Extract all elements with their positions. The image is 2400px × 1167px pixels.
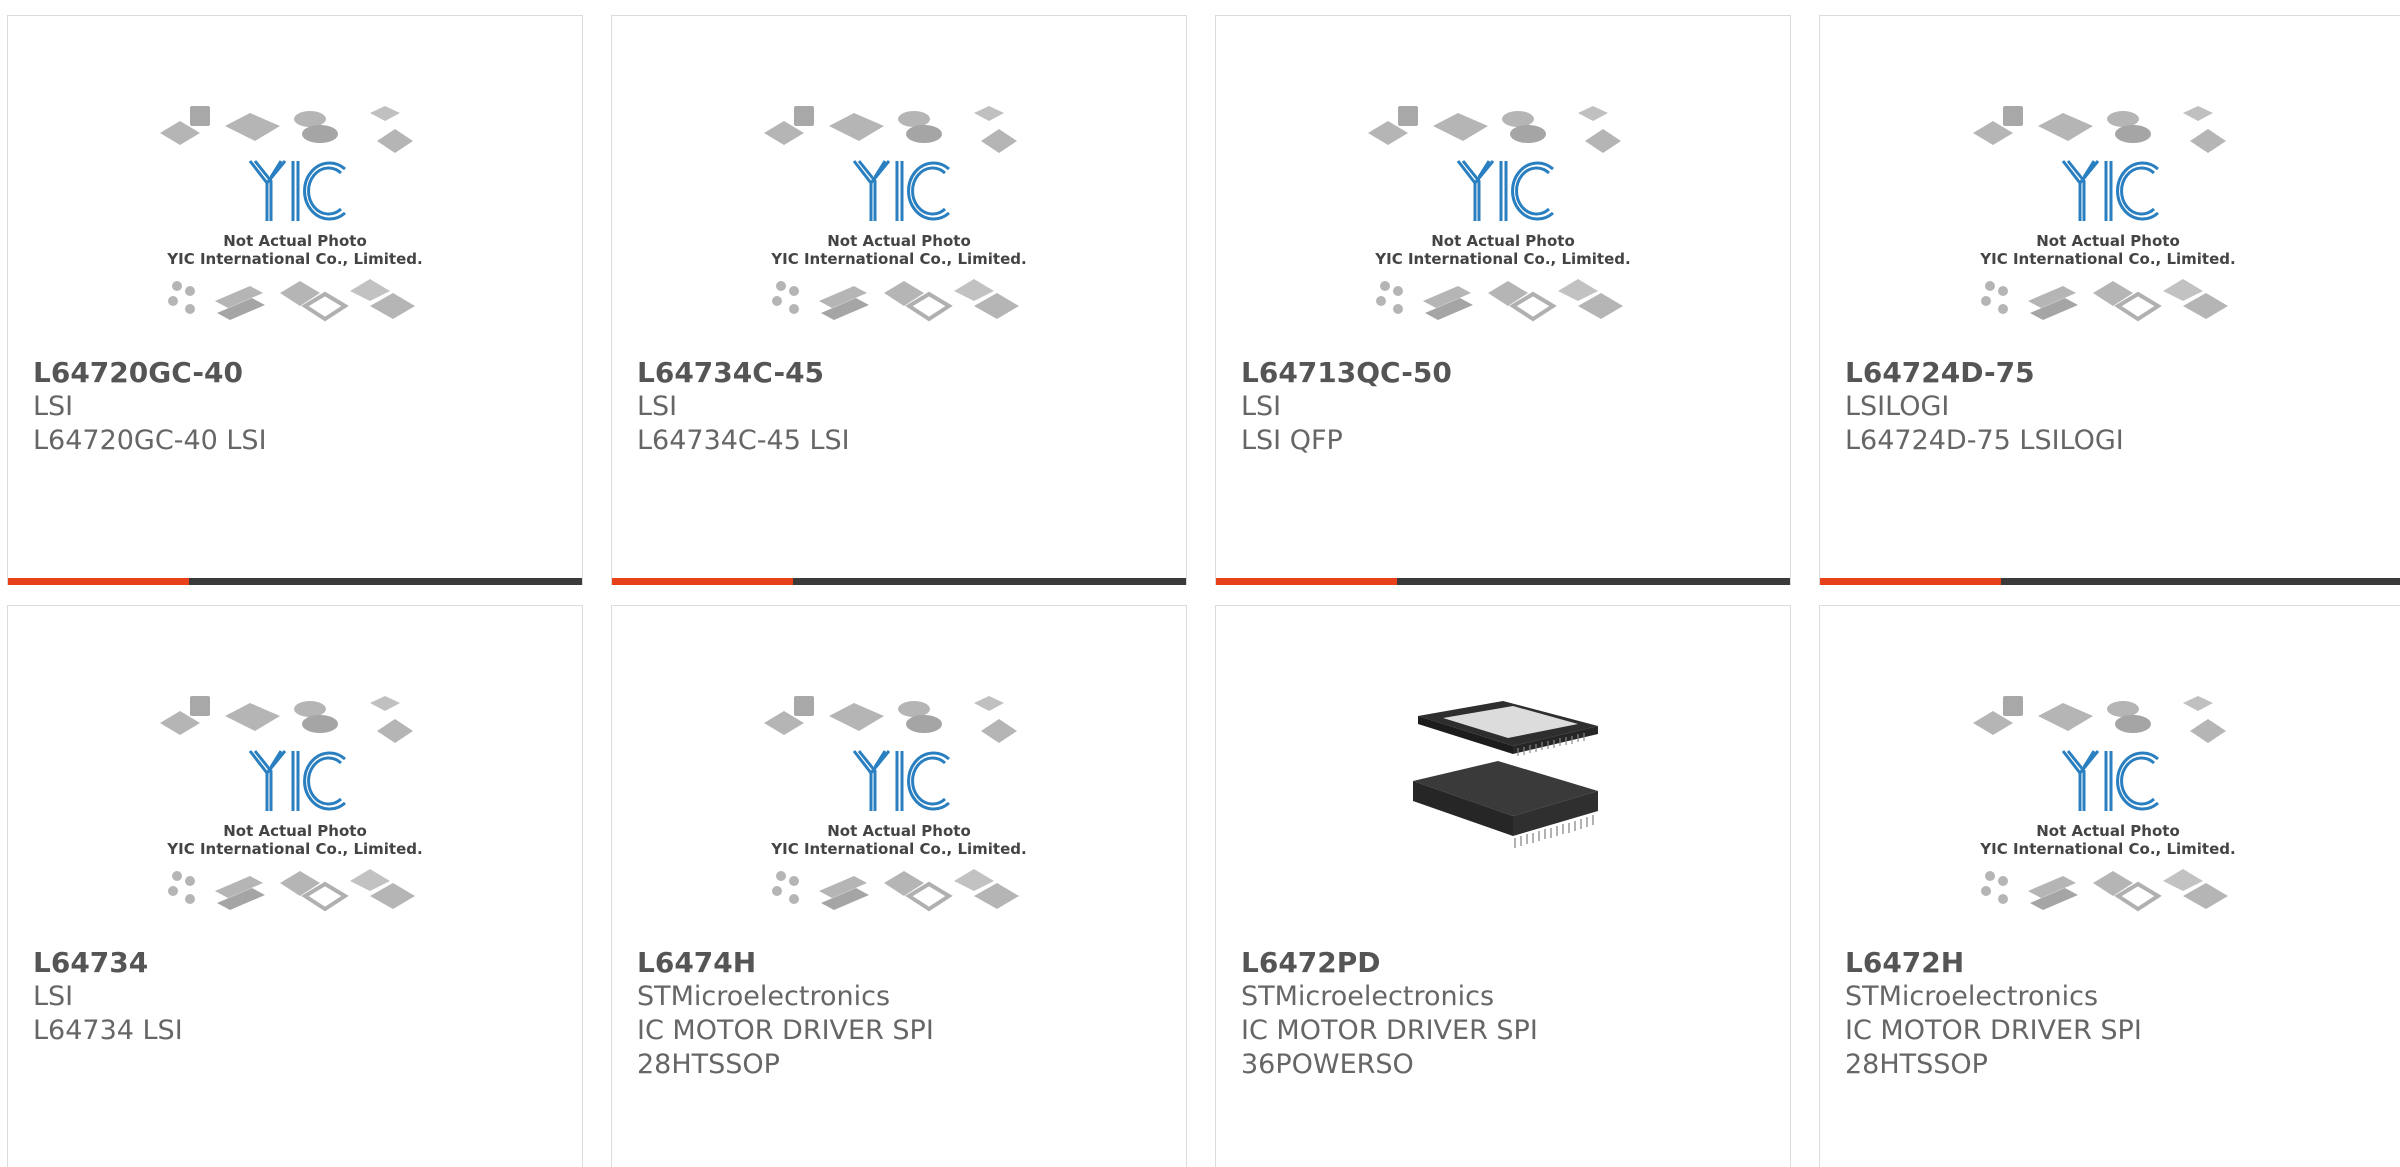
description-line: 28HTSSOP xyxy=(1845,1049,1988,1080)
product-image[interactable]: Not Actual Photo YIC International Co., … xyxy=(8,101,582,366)
placeholder-image: Not Actual Photo YIC International Co., … xyxy=(1368,106,1631,322)
product-card[interactable]: Not Actual Photo YIC International Co., … xyxy=(7,15,583,585)
product-card[interactable]: Not Actual Photo YIC International Co., … xyxy=(1215,15,1791,585)
product-image[interactable]: Not Actual Photo YIC International Co., … xyxy=(612,691,1186,956)
product-image[interactable]: Not Actual Photo YIC International Co., … xyxy=(1216,101,1790,366)
part-number[interactable]: L6472PD xyxy=(1241,946,1770,980)
placeholder-image: Not Actual Photo YIC International Co., … xyxy=(160,696,423,912)
svg-text:Not Actual Photo: Not Actual Photo xyxy=(827,232,971,250)
product-card[interactable]: Not Actual Photo YIC International Co., … xyxy=(1819,605,2400,1167)
part-number[interactable]: L6472H xyxy=(1845,946,2380,980)
description-line: L64720GC-40 LSI xyxy=(33,425,267,456)
svg-text:Not Actual Photo: Not Actual Photo xyxy=(2036,822,2180,840)
brand: LSI xyxy=(637,391,678,422)
product-info: L64724D-75 LSILOGI L64724D-75 LSILOGI xyxy=(1845,356,2380,458)
product-info: L64734C-45 LSI L64734C-45 LSI xyxy=(637,356,1166,458)
svg-text:Not Actual Photo: Not Actual Photo xyxy=(223,232,367,250)
product-card[interactable]: Not Actual Photo YIC International Co., … xyxy=(1819,15,2400,585)
brand: STMicroelectronics xyxy=(1241,981,1495,1012)
description-line: L64734 LSI xyxy=(33,1015,183,1046)
placeholder-image: Not Actual Photo YIC International Co., … xyxy=(160,106,423,322)
svg-text:YIC International Co., Limited: YIC International Co., Limited. xyxy=(166,840,422,858)
svg-text:YIC International Co., Limited: YIC International Co., Limited. xyxy=(770,250,1026,268)
description-line: IC MOTOR DRIVER SPI xyxy=(1845,1015,2142,1046)
product-image[interactable]: Not Actual Photo YIC International Co., … xyxy=(1820,101,2396,366)
product-image[interactable]: Not Actual Photo YIC International Co., … xyxy=(612,101,1186,366)
brand: LSI xyxy=(33,981,74,1012)
svg-text:YIC International Co., Limited: YIC International Co., Limited. xyxy=(1979,250,2235,268)
svg-text:YIC International Co., Limited: YIC International Co., Limited. xyxy=(1979,840,2235,858)
product-info: L64720GC-40 LSI L64720GC-40 LSI xyxy=(33,356,562,458)
part-number[interactable]: L64734 xyxy=(33,946,562,980)
part-number[interactable]: L6474H xyxy=(637,946,1166,980)
part-number[interactable]: L64713QC-50 xyxy=(1241,356,1770,390)
accent-bar xyxy=(612,578,1186,585)
product-info: L6472PD STMicroelectronics IC MOTOR DRIV… xyxy=(1241,946,1770,1082)
description-line: LSI QFP xyxy=(1241,425,1343,456)
product-card[interactable]: Not Actual Photo YIC International Co., … xyxy=(611,15,1187,585)
brand: STMicroelectronics xyxy=(1845,981,2099,1012)
description-line: 36POWERSO xyxy=(1241,1049,1414,1080)
part-number[interactable]: L64720GC-40 xyxy=(33,356,562,390)
product-info: L6474H STMicroelectronics IC MOTOR DRIVE… xyxy=(637,946,1166,1082)
description-line: IC MOTOR DRIVER SPI xyxy=(1241,1015,1538,1046)
accent-bar xyxy=(1820,578,2400,585)
part-number[interactable]: L64724D-75 xyxy=(1845,356,2380,390)
chip-photo-image xyxy=(1413,701,1598,848)
product-card[interactable]: Not Actual Photo YIC International Co., … xyxy=(611,605,1187,1167)
product-image[interactable]: Not Actual Photo YIC International Co., … xyxy=(1820,691,2396,956)
svg-text:Not Actual Photo: Not Actual Photo xyxy=(2036,232,2180,250)
placeholder-image: Not Actual Photo YIC International Co., … xyxy=(764,106,1027,322)
svg-text:Not Actual Photo: Not Actual Photo xyxy=(223,822,367,840)
accent-bar xyxy=(8,578,582,585)
product-image[interactable] xyxy=(1216,696,1790,961)
placeholder-image: Not Actual Photo YIC International Co., … xyxy=(1973,696,2236,912)
svg-text:YIC International Co., Limited: YIC International Co., Limited. xyxy=(166,250,422,268)
brand: STMicroelectronics xyxy=(637,981,891,1012)
svg-text:Not Actual Photo: Not Actual Photo xyxy=(1431,232,1575,250)
svg-text:YIC International Co., Limited: YIC International Co., Limited. xyxy=(770,840,1026,858)
svg-text:YIC International Co., Limited: YIC International Co., Limited. xyxy=(1374,250,1630,268)
product-card[interactable]: L6472PD STMicroelectronics IC MOTOR DRIV… xyxy=(1215,605,1791,1167)
brand: LSI xyxy=(1241,391,1282,422)
description-line: 28HTSSOP xyxy=(637,1049,780,1080)
description-line: IC MOTOR DRIVER SPI xyxy=(637,1015,934,1046)
product-image[interactable]: Not Actual Photo YIC International Co., … xyxy=(8,691,582,956)
placeholder-image: Not Actual Photo YIC International Co., … xyxy=(764,696,1027,912)
brand: LSILOGI xyxy=(1845,391,1950,422)
product-info: L64713QC-50 LSI LSI QFP xyxy=(1241,356,1770,458)
accent-bar xyxy=(1216,578,1790,585)
product-info: L64734 LSI L64734 LSI xyxy=(33,946,562,1048)
product-card[interactable]: Not Actual Photo YIC International Co., … xyxy=(7,605,583,1167)
brand: LSI xyxy=(33,391,74,422)
svg-text:Not Actual Photo: Not Actual Photo xyxy=(827,822,971,840)
description-line: L64734C-45 LSI xyxy=(637,425,850,456)
part-number[interactable]: L64734C-45 xyxy=(637,356,1166,390)
product-grid: Not Actual Photo YIC International Co., … xyxy=(0,0,2400,1167)
placeholder-image: Not Actual Photo YIC International Co., … xyxy=(1973,106,2236,322)
product-info: L6472H STMicroelectronics IC MOTOR DRIVE… xyxy=(1845,946,2380,1082)
description-line: L64724D-75 LSILOGI xyxy=(1845,425,2124,456)
